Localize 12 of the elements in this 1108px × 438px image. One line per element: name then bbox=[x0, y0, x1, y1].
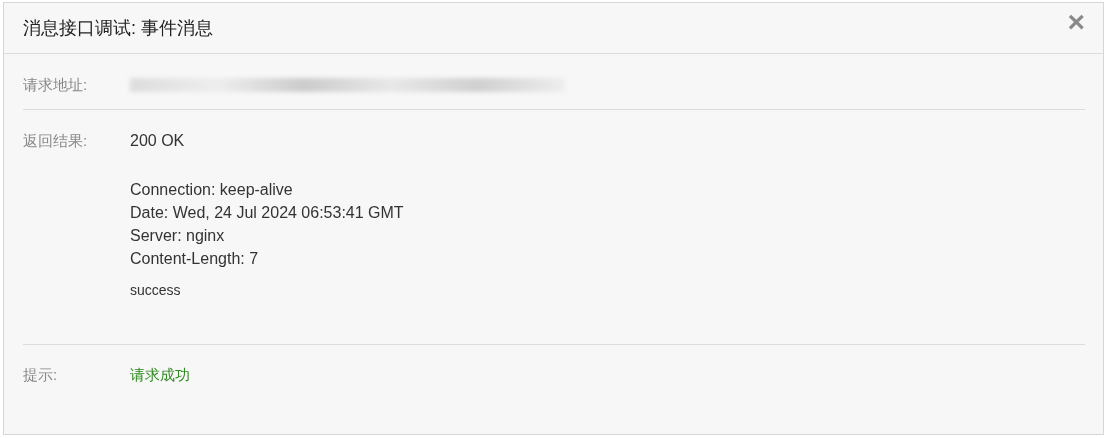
dialog-title: 消息接口调试: 事件消息 bbox=[23, 17, 213, 40]
close-button[interactable]: × bbox=[1067, 7, 1085, 37]
response-body: success bbox=[130, 282, 182, 298]
header-line: Connection: keep-alive bbox=[130, 180, 294, 200]
header-line: Server: nginx bbox=[130, 226, 226, 246]
field-label: 返回结果: bbox=[23, 132, 89, 151]
field-label: 提示: bbox=[23, 366, 59, 385]
header-line: Date: Wed, 24 Jul 2024 06:53:41 GMT bbox=[130, 203, 405, 223]
header-line: Content-Length: 7 bbox=[130, 249, 260, 269]
field-label: 请求地址: bbox=[23, 76, 89, 95]
status-text: 200 OK bbox=[130, 132, 186, 150]
hint-message: 请求成功 bbox=[130, 366, 190, 383]
